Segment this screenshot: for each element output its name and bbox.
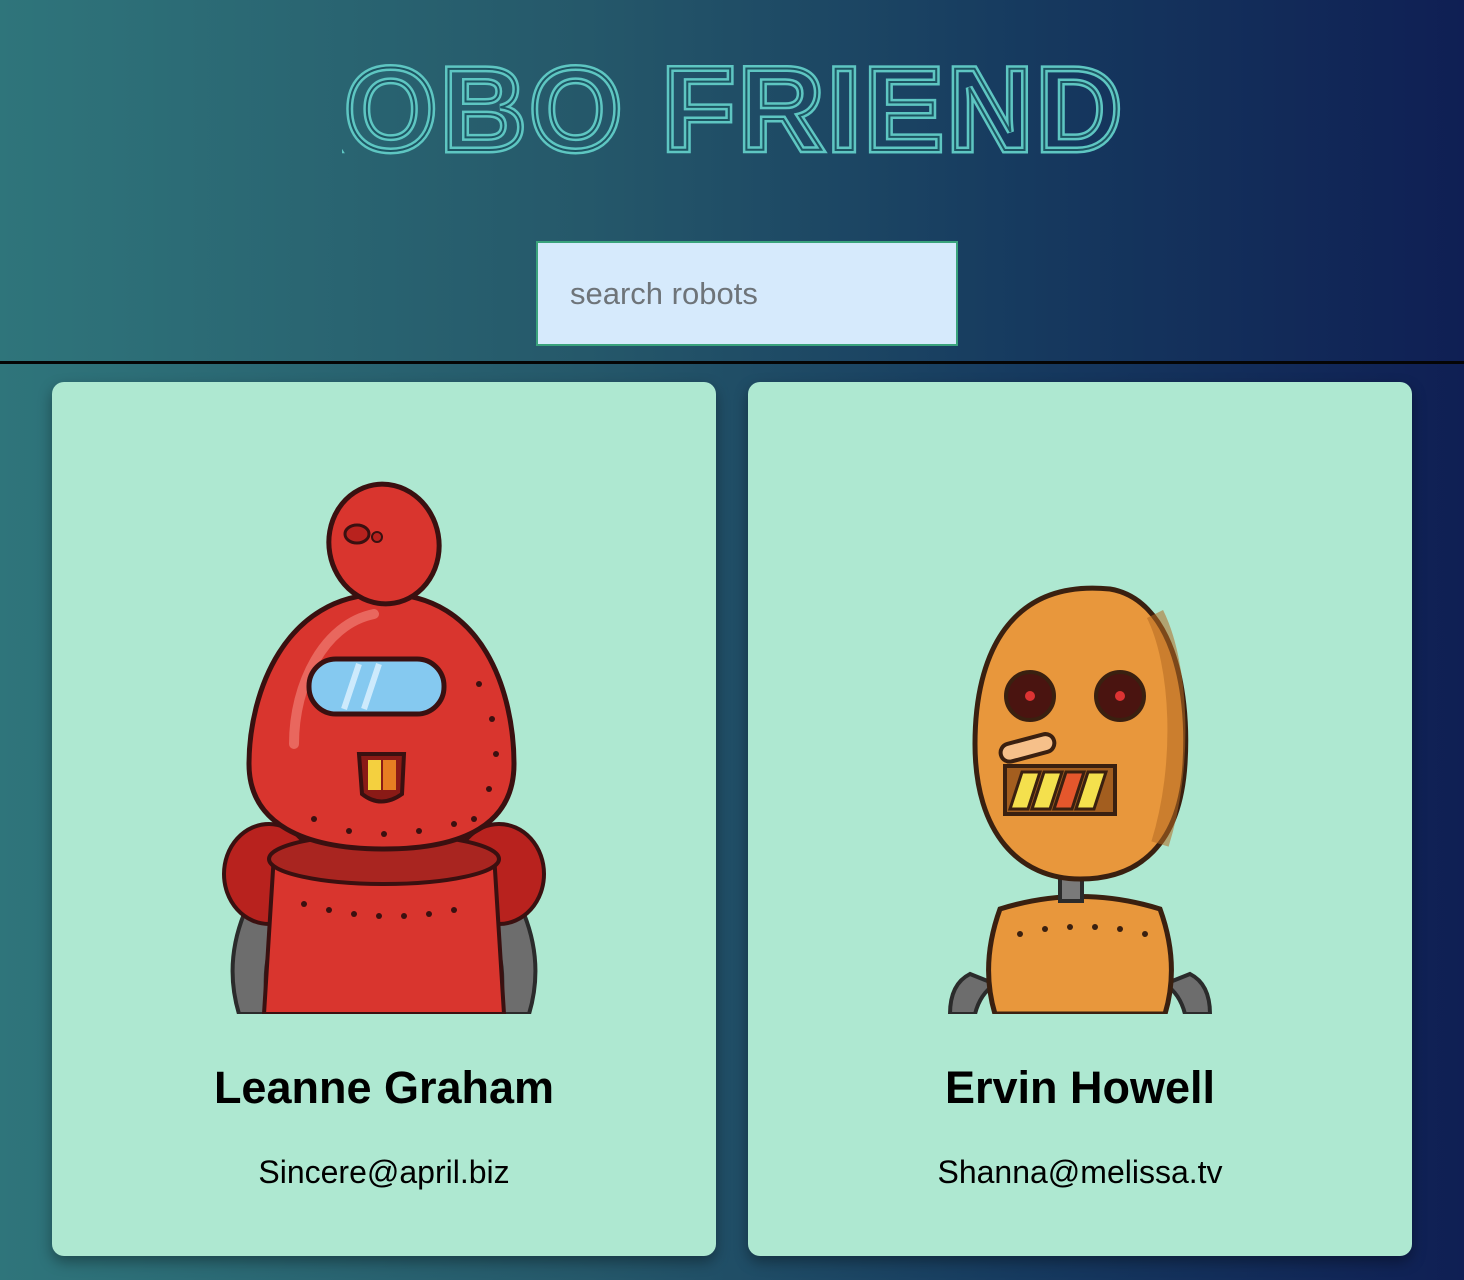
page-title-inline: ROBO FRIENDS <box>342 44 1122 170</box>
robot-card[interactable]: Ervin Howell Shanna@melissa.tv <box>748 382 1412 1256</box>
robot-name: Leanne Graham <box>213 1062 555 1113</box>
robot-name: Ervin Howell <box>944 1062 1216 1113</box>
robot-card[interactable]: Leanne Graham Sincere@april.biz <box>52 382 716 1256</box>
page-title: ROBO FRIENDS ROBO FRIENDS <box>342 41 1122 171</box>
page-title-wrap: ROBO FRIENDS ROBO FRIENDS <box>0 40 1464 171</box>
robot-email: Sincere@april.biz <box>258 1154 510 1190</box>
header: ROBO FRIENDS ROBO FRIENDS <box>0 0 1464 362</box>
search-input[interactable] <box>536 241 958 346</box>
header-divider <box>0 361 1464 364</box>
orange-robot-icon <box>947 585 1213 1014</box>
red-robot-icon <box>222 481 546 1014</box>
robot-email: Shanna@melissa.tv <box>937 1154 1223 1190</box>
